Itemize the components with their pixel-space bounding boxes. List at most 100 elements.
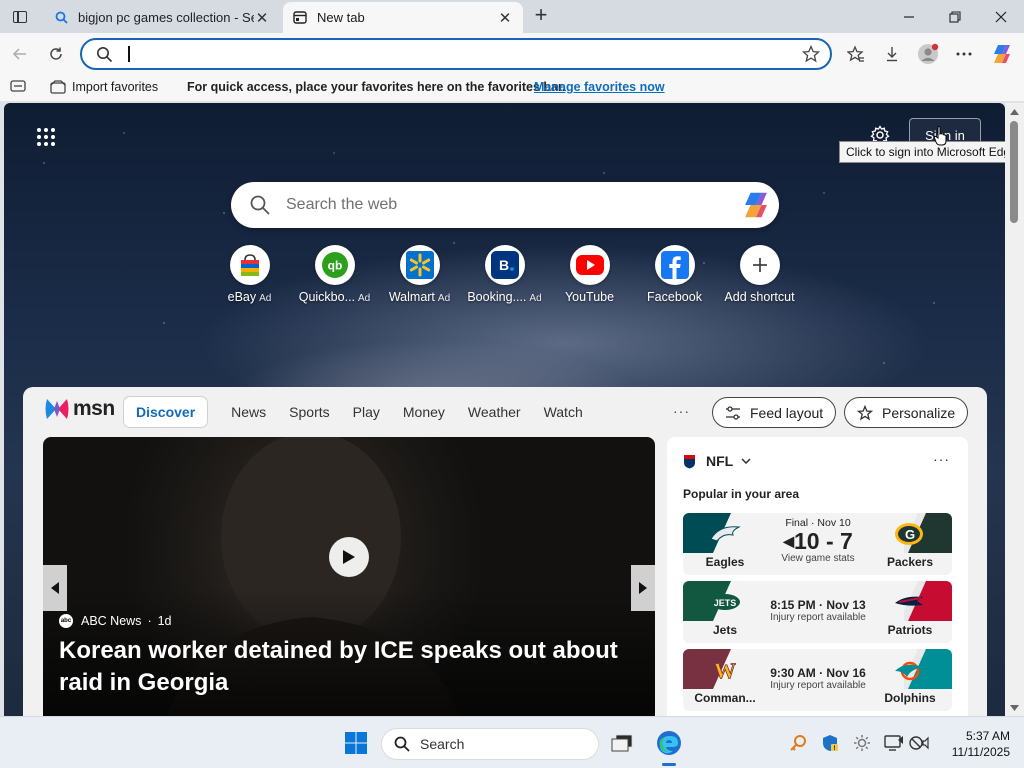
brightness-gear-tray-icon[interactable] xyxy=(848,729,876,757)
ebay-bag-icon xyxy=(229,245,270,285)
shortcut-quickbooks[interactable]: qb Quickbo... Ad xyxy=(292,245,377,304)
game-stats-link[interactable]: View game stats xyxy=(753,553,883,564)
scrollbar-thumb[interactable] xyxy=(1010,121,1018,223)
injury-report-link[interactable]: Injury report available xyxy=(753,680,883,691)
shortcut-label: eBay xyxy=(227,290,257,304)
page-scrollbar[interactable] xyxy=(1005,103,1024,716)
close-tab-icon[interactable]: ✕ xyxy=(497,10,513,27)
msn-logo[interactable]: msn xyxy=(44,397,115,421)
nav-more-button[interactable]: ··· xyxy=(673,403,690,419)
web-search-placeholder: Search the web xyxy=(286,196,398,213)
restore-icon[interactable] xyxy=(932,0,978,33)
security-shield-tray-icon[interactable]: ! xyxy=(816,729,844,757)
tab-title: New tab xyxy=(317,10,365,25)
shortcut-label: Walmart xyxy=(388,290,435,304)
task-view-icon[interactable] xyxy=(608,729,636,757)
plus-icon xyxy=(739,245,780,285)
web-search-box[interactable]: Search the web xyxy=(231,182,779,228)
ad-label: Ad xyxy=(437,293,451,304)
downloads-icon[interactable] xyxy=(878,40,906,68)
network-volume-tray-icon[interactable] xyxy=(906,729,934,757)
nav-sports[interactable]: Sports xyxy=(289,404,329,420)
previous-story-arrow-icon[interactable] xyxy=(43,565,67,611)
shortcut-walmart[interactable]: Walmart Ad xyxy=(377,245,462,304)
walmart-spark-icon xyxy=(399,245,440,285)
nav-money[interactable]: Money xyxy=(403,404,445,420)
display-tray-icon[interactable] xyxy=(880,729,908,757)
mouse-pointer-hand-icon xyxy=(933,126,948,149)
quickbooks-icon: qb xyxy=(314,245,355,285)
taskbar-search-label: Search xyxy=(420,736,465,752)
svg-text:qb: qb xyxy=(327,259,342,273)
msn-butterfly-icon xyxy=(45,399,69,419)
back-arrow-icon[interactable] xyxy=(6,40,34,68)
play-video-icon[interactable] xyxy=(329,537,369,577)
import-icon xyxy=(50,80,66,94)
game-row[interactable]: W Comman... Dolphins 9:30 AM · Nov 16 In… xyxy=(683,649,952,711)
add-shortcut-button[interactable]: Add shortcut xyxy=(717,245,802,304)
nav-watch[interactable]: Watch xyxy=(544,404,583,420)
shortcut-facebook[interactable]: Facebook xyxy=(632,245,717,304)
abc-news-logo: abc xyxy=(59,614,73,628)
game-row[interactable]: JETS Jets Patriots 8:15 PM · Nov 13 Inju… xyxy=(683,581,952,643)
shortcut-ebay[interactable]: eBay Ad xyxy=(207,245,292,304)
settings-more-icon[interactable] xyxy=(950,40,978,68)
close-window-icon[interactable] xyxy=(978,0,1024,33)
sparkle-star-icon xyxy=(857,404,873,420)
feed-layout-button[interactable]: Feed layout xyxy=(712,397,837,428)
profile-avatar-icon[interactable] xyxy=(914,40,942,68)
injury-report-link[interactable]: Injury report available xyxy=(753,612,883,623)
game-status: 9:30 AM · Nov 16 Injury report available xyxy=(753,649,883,691)
key-tray-icon[interactable] xyxy=(784,729,812,757)
svg-text:G: G xyxy=(905,527,915,542)
personalize-button[interactable]: Personalize xyxy=(844,397,969,428)
app-launcher-icon[interactable] xyxy=(36,127,58,149)
scroll-down-arrow-icon[interactable] xyxy=(1005,702,1024,714)
story-headline[interactable]: Korean worker detained by ICE speaks out… xyxy=(59,635,649,699)
new-tab-plus-icon[interactable]: + xyxy=(530,4,552,28)
favorites-bar-toggle-icon[interactable] xyxy=(10,80,26,92)
search-icon xyxy=(394,736,410,752)
manage-favorites-link[interactable]: Manage favorites now xyxy=(534,80,665,94)
tab-actions-menu-icon[interactable] xyxy=(8,6,32,28)
close-tab-icon[interactable]: ✕ xyxy=(254,10,270,27)
game-score: 10 - 7 xyxy=(793,528,853,554)
search-icon xyxy=(249,194,271,219)
shortcut-booking[interactable]: B Booking.... Ad xyxy=(462,245,547,304)
nav-discover[interactable]: Discover xyxy=(123,396,209,428)
minimize-icon[interactable] xyxy=(886,0,932,33)
favorites-icon[interactable] xyxy=(842,40,870,68)
hero-story-card[interactable]: abc ABC News · 1d Korean worker detained… xyxy=(43,437,655,716)
personalize-label: Personalize xyxy=(882,404,956,421)
ad-label: Ad xyxy=(358,293,371,304)
copilot-icon[interactable] xyxy=(988,40,1016,68)
away-team-name: Dolphins xyxy=(884,691,936,705)
system-clock[interactable]: 5:37 AM 11/11/2025 xyxy=(940,728,1010,760)
tab-new-tab[interactable]: New tab ✕ xyxy=(283,2,523,33)
favorite-star-icon[interactable] xyxy=(801,44,821,66)
nfl-league-selector[interactable]: NFL xyxy=(683,453,751,469)
packers-logo-icon: G xyxy=(895,523,923,545)
import-favorites-button[interactable]: Import favorites xyxy=(50,80,158,94)
game-time: 8:15 PM · Nov 13 xyxy=(770,598,866,612)
next-story-arrow-icon[interactable] xyxy=(631,565,655,611)
winner-indicator-icon: ◀ xyxy=(783,533,794,549)
taskbar-search-box[interactable]: Search xyxy=(381,728,599,760)
copilot-icon[interactable] xyxy=(741,190,771,223)
new-tab-page-icon xyxy=(293,11,307,25)
game-row[interactable]: G Eagles Packers Final · Nov 10 ◀10 - 7 … xyxy=(683,513,952,575)
refresh-icon[interactable] xyxy=(42,40,70,68)
nav-weather[interactable]: Weather xyxy=(468,404,521,420)
card-more-button[interactable]: ··· xyxy=(933,451,950,467)
shortcut-label: Add shortcut xyxy=(724,290,795,304)
msn-feed: msn Discover News Sports Play Money Weat… xyxy=(23,387,987,716)
address-bar[interactable] xyxy=(80,38,832,70)
tab-search[interactable]: bigjon pc games collection - Search ✕ xyxy=(44,2,280,33)
shortcut-youtube[interactable]: YouTube xyxy=(547,245,632,304)
nav-play[interactable]: Play xyxy=(353,404,380,420)
scroll-up-arrow-icon[interactable] xyxy=(1005,106,1024,118)
booking-icon: B xyxy=(484,245,525,285)
edge-browser-icon[interactable] xyxy=(655,729,683,757)
nav-news[interactable]: News xyxy=(231,404,266,420)
windows-start-icon[interactable] xyxy=(342,729,370,757)
